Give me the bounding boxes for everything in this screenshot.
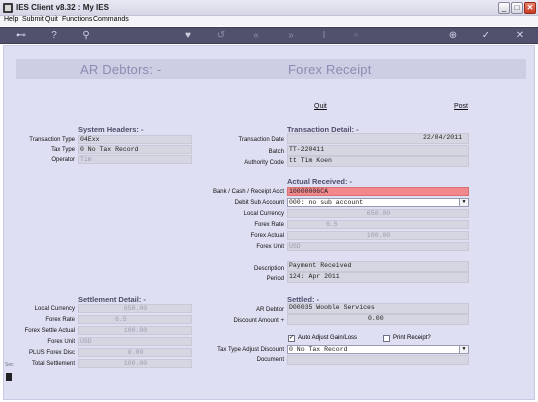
document-icon[interactable]	[6, 373, 12, 381]
document-field[interactable]	[287, 355, 469, 365]
chevron-down-icon[interactable]: ▼	[459, 199, 468, 206]
description-field[interactable]: Payment Received	[287, 261, 469, 272]
ar-debtor-field[interactable]: D00035 Wooble Services	[287, 303, 469, 314]
text-cursor-icon[interactable]: I	[318, 30, 330, 42]
menu-help[interactable]: Help	[4, 16, 18, 23]
batch-field[interactable]: TT-220411	[287, 145, 469, 156]
close-icon[interactable]: ✕	[514, 30, 526, 42]
settle-forex-rate-label: Forex Rate	[45, 317, 75, 323]
transaction-date-field[interactable]: 22/04/2011	[287, 133, 469, 144]
header-band: AR Debtors: - Forex Receipt	[16, 59, 526, 79]
description-label: Description	[253, 266, 284, 272]
authority-code-label: Authority Code	[244, 160, 284, 166]
authority-code-field[interactable]: tt Tim Koen	[287, 156, 469, 167]
forex-unit-label: Forex Unit	[256, 244, 284, 250]
heart-icon[interactable]: ♥	[182, 30, 194, 42]
print-receipt-label: Print Receipt?	[393, 335, 431, 341]
title-bar: IES Client v8.32 : My IES _ □ ✕	[0, 0, 538, 16]
search-icon[interactable]: ⚲	[80, 30, 92, 42]
settle-forex-rate-field: 6.5	[78, 315, 192, 324]
undo-icon[interactable]: ↺	[215, 30, 227, 42]
debit-sub-account-select[interactable]: 000: no sub account ▼	[287, 198, 469, 207]
forex-rate-field[interactable]: 6.5	[287, 220, 469, 229]
forex-rate-label: Forex Rate	[254, 222, 284, 228]
transaction-date-label: Transaction Date	[238, 137, 284, 143]
window-title: IES Client v8.32 : My IES	[16, 3, 109, 12]
discount-amount-label: Discount Amount +	[233, 318, 284, 324]
total-settlement-field: 100.00	[78, 359, 192, 368]
settlement-detail-title: Settlement Detail: -	[78, 295, 146, 304]
side-label: Sec	[5, 362, 14, 368]
forex-actual-label: Forex Actual	[250, 233, 284, 239]
forex-unit-field: USD	[287, 242, 469, 251]
rewind-icon[interactable]: «	[250, 30, 262, 42]
help-icon[interactable]: ?	[48, 30, 60, 42]
settle-local-currency-field: 650.00	[78, 304, 192, 313]
tax-type-label: Tax Type	[51, 147, 75, 153]
discount-amount-field[interactable]: 0.00	[287, 314, 469, 325]
close-window-button[interactable]: ✕	[524, 2, 536, 14]
auto-adjust-checkbox[interactable]: ✓	[288, 335, 295, 342]
page-icon[interactable]: ▫	[350, 30, 362, 42]
actual-received-title: Actual Received: -	[287, 177, 353, 186]
forex-settle-actual-label: Forex Settle Actual	[24, 328, 75, 334]
plus-forex-disc-field: 0.00	[78, 348, 192, 357]
page-subtitle: Forex Receipt	[288, 62, 372, 77]
batch-label: Batch	[268, 149, 284, 155]
check-icon[interactable]: ✓	[480, 30, 492, 42]
tax-type-adjust-discount-value: 0 No Tax Record	[289, 346, 348, 353]
fast-forward-icon[interactable]: »	[285, 30, 297, 42]
transaction-type-field: 04Exx	[78, 135, 192, 144]
print-receipt-checkbox[interactable]	[383, 335, 390, 342]
debit-sub-account-label: Debit Sub Account	[234, 200, 284, 206]
operator-label: Operator	[51, 157, 75, 163]
period-field[interactable]: 124: Apr 2011	[287, 272, 469, 283]
settle-forex-unit-field: USD	[78, 337, 192, 346]
local-currency-field: 650.00	[287, 209, 469, 218]
chevron-down-icon[interactable]: ▼	[459, 346, 468, 353]
app-icon	[3, 3, 13, 13]
bank-account-label: Bank / Cash / Receipt Acct	[212, 189, 284, 195]
quit-link[interactable]: Quit	[314, 103, 327, 110]
settle-forex-unit-label: Forex Unit	[47, 339, 75, 345]
plus-forex-disc-label: PLUS Forex Disc	[28, 350, 75, 356]
menu-functions[interactable]: Functions	[62, 16, 92, 23]
settle-local-currency-label: Local Currency	[34, 306, 75, 312]
document-label: Document	[256, 357, 284, 363]
main-panel: AR Debtors: - Forex Receipt Quit Post Sy…	[3, 45, 535, 400]
menu-bar: Help Submit Quit Functions Commands	[0, 16, 538, 26]
menu-submit[interactable]: Submit	[22, 16, 44, 23]
local-currency-label: Local Currency	[243, 211, 284, 217]
period-label: Period	[266, 276, 284, 282]
post-link[interactable]: Post	[454, 103, 468, 110]
total-settlement-label: Total Settlement	[31, 361, 75, 367]
forex-settle-actual-field: 100.00	[78, 326, 192, 335]
tax-type-adjust-discount-select[interactable]: 0 No Tax Record ▼	[287, 345, 469, 354]
debit-sub-account-value: 000: no sub account	[289, 199, 364, 206]
menu-quit[interactable]: Quit	[45, 16, 58, 23]
key-icon[interactable]: ⊷	[10, 30, 32, 42]
auto-adjust-label: Auto Adjust Gain/Loss	[298, 335, 358, 341]
minimize-button[interactable]: _	[498, 2, 510, 14]
menu-commands[interactable]: Commands	[93, 16, 129, 23]
maximize-button[interactable]: □	[511, 2, 523, 14]
operator-field: Tim	[78, 155, 192, 164]
transaction-type-label: Transaction Type	[29, 137, 75, 143]
system-headers-title: System Headers: -	[78, 125, 144, 134]
page-title: AR Debtors: -	[80, 62, 162, 77]
bank-account-field[interactable]: 10000006CA	[287, 187, 469, 196]
tax-type-adjust-discount-label: Tax Type Adjust Discount	[217, 347, 284, 353]
add-icon[interactable]: ⊕	[447, 30, 459, 42]
toolbar: ⊷ ? ⚲ ♥ ↺ « » I ▫ ⊕ ✓ ✕	[0, 27, 538, 44]
forex-actual-field[interactable]: 100.00	[287, 231, 469, 240]
tax-type-field: 0 No Tax Record	[78, 145, 192, 154]
ar-debtor-label: AR Debtor	[255, 307, 284, 313]
